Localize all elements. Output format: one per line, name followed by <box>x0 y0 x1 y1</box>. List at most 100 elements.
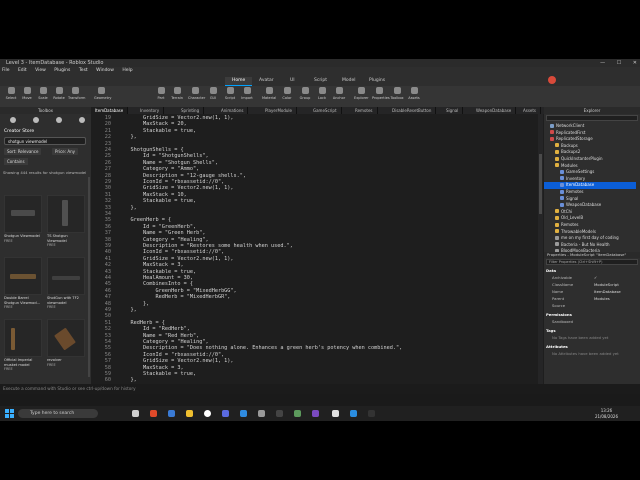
transform-tool[interactable]: Transform <box>68 87 85 100</box>
assets-toggle[interactable]: Assets <box>407 87 421 100</box>
tab-model[interactable]: Model <box>335 77 363 85</box>
toolbox-item[interactable]: Double Barrel Shotgun Viewmod... FREE <box>4 257 42 309</box>
windows-start-icon[interactable] <box>5 409 14 418</box>
material-tool[interactable]: Material <box>262 87 276 100</box>
app-icon[interactable] <box>294 410 301 417</box>
app-icon[interactable] <box>240 410 247 417</box>
tab-ui[interactable]: UI <box>283 77 302 85</box>
recent-icon[interactable] <box>56 117 62 123</box>
menu-edit[interactable]: Edit <box>18 68 27 73</box>
command-bar[interactable]: Execute a command with Studio or see ctr… <box>0 384 640 394</box>
close-icon[interactable]: ✕ <box>633 60 637 66</box>
doc-tab-weapondatabase[interactable]: WeaponDatabase <box>472 107 517 114</box>
toolbox-item[interactable]: Official Imperial musket model FREE <box>4 319 42 371</box>
code-line[interactable]: GridSize = Vector2.new(1, 1), <box>118 358 234 364</box>
color-tool[interactable]: Color <box>280 87 294 100</box>
property-row[interactable]: Archivable ✓ <box>552 275 638 280</box>
doc-tab-animations[interactable]: Animations <box>217 107 249 114</box>
explorer-toggle[interactable]: Explorer <box>354 87 369 100</box>
code-line[interactable]: HealAmount = 30, <box>118 275 193 281</box>
property-row[interactable]: Parent Modules <box>552 296 638 301</box>
properties-filter-input[interactable]: Filter Properties (Ctrl+Shift+P) <box>546 259 638 265</box>
explorer-item[interactable]: ThrowableModels <box>544 229 636 236</box>
code-line[interactable]: Stackable = true, <box>118 198 196 204</box>
explorer-item[interactable]: Bacteria - But No Health <box>544 242 636 249</box>
code-line[interactable]: Description = "Does nothing alone. Enhan… <box>118 345 402 351</box>
toolbox-toggle[interactable]: Toolbox <box>390 87 404 100</box>
sort-dropdown[interactable]: Sort: Relevance <box>4 148 42 155</box>
system-clock[interactable]: 13:26 21/08/2026 <box>595 408 618 419</box>
code-line[interactable]: GreenHerb = "MixedHerbGG", <box>118 288 236 294</box>
code-line[interactable]: }, <box>118 377 136 383</box>
explorer-item[interactable]: GameSettings <box>544 169 636 176</box>
contains-dropdown[interactable]: Contains <box>4 158 28 165</box>
doc-tab-inventory[interactable]: Inventory <box>136 107 165 114</box>
app-icon[interactable] <box>276 410 283 417</box>
toolbox-item[interactable]: revolver FREE <box>47 319 85 367</box>
code-line[interactable]: MaxStack = 3, <box>118 262 184 268</box>
explorer-item[interactable]: Remotes <box>544 189 636 196</box>
tab-script[interactable]: Script <box>307 77 334 85</box>
code-line[interactable]: }, <box>118 134 136 140</box>
code-line[interactable]: GridSize = Vector2.new(1, 1), <box>118 256 234 262</box>
code-line[interactable]: Description = "Restores some health when… <box>118 243 293 249</box>
doc-tab-signal[interactable]: Signal <box>442 107 464 114</box>
discord-icon[interactable] <box>222 410 229 417</box>
terrain-tool[interactable]: Terrain <box>170 87 184 100</box>
doc-tab-itemdatabase[interactable]: ItemDatabase <box>91 107 129 114</box>
script-editor[interactable]: 19 GridSize = Vector2.new(1, 1), 20 MaxSt… <box>91 114 544 384</box>
explorer-item[interactable]: WeaponDatabase <box>544 202 636 209</box>
toolbox-search-input[interactable]: shotgun viewmodel <box>4 137 86 145</box>
tab-home[interactable]: Home <box>225 77 253 86</box>
section-tags[interactable]: Tags <box>546 328 556 333</box>
doc-tab-playermodule[interactable]: PlayerModule <box>261 107 297 114</box>
explorer-item[interactable]: Signal <box>544 196 636 203</box>
explorer-item[interactable]: ReplicatedFirst <box>544 130 636 137</box>
scale-tool[interactable]: Scale <box>36 87 50 100</box>
character-tool[interactable]: Character <box>188 87 205 100</box>
code-line[interactable]: GreenHerb = { <box>118 217 171 223</box>
code-line[interactable]: }, <box>118 205 136 211</box>
code-line[interactable]: Stackable = true, <box>118 269 196 275</box>
explorer-item[interactable]: QuickInstanterPlugin <box>544 156 636 163</box>
menu-plugins[interactable]: Plugins <box>54 68 70 73</box>
explorer-item[interactable]: NetworkClient <box>544 123 636 130</box>
section-attributes[interactable]: Attributes <box>546 344 568 349</box>
code-line[interactable]: RedHerb = { <box>118 320 164 326</box>
tab-plugins[interactable]: Plugins <box>362 77 392 85</box>
doc-tab-disableresetbutton[interactable]: DisableResetButton <box>388 107 437 114</box>
code-line[interactable]: RedHerb = "MixedHerbGR", <box>118 294 230 300</box>
toolbox-item[interactable]: Shotgun Viewmodel FREE <box>4 195 42 243</box>
code-line[interactable]: IconId = "rbxassetid://0", <box>118 249 224 255</box>
app-icon[interactable] <box>258 410 265 417</box>
explorer-filter-input[interactable] <box>546 115 638 121</box>
code-line[interactable]: IconId = "rbxassetid://0", <box>118 352 224 358</box>
taskbar-search-input[interactable]: Type here to search <box>18 409 98 418</box>
avatar[interactable] <box>548 76 556 84</box>
code-line[interactable]: Category = "Ammo", <box>118 166 199 172</box>
code-line[interactable]: }, <box>118 301 149 307</box>
code-line[interactable]: Description = "12-gauge shells.", <box>118 173 246 179</box>
code-line[interactable]: Name = "Shotgun Shells", <box>118 160 218 166</box>
explorer-item[interactable]: me on my first day of coding <box>544 235 636 242</box>
code-line[interactable]: Category = "Healing", <box>118 237 209 243</box>
code-line[interactable]: MaxStack = 10, <box>118 192 187 198</box>
menu-file[interactable]: File <box>2 68 10 73</box>
menu-view[interactable]: View <box>35 68 46 73</box>
explorer-item[interactable]: ItemDatabase <box>544 182 636 189</box>
file-explorer-icon[interactable] <box>186 410 193 417</box>
menu-window[interactable]: Window <box>96 68 114 73</box>
property-row[interactable]: Sandboxed <box>552 319 638 324</box>
code-line[interactable]: Name = "Red Herb", <box>118 333 199 339</box>
editor-scrollbar[interactable] <box>538 114 543 384</box>
chrome-icon[interactable] <box>204 410 211 417</box>
doc-tab-sprinting[interactable]: Sprinting <box>177 107 205 114</box>
creations-icon[interactable] <box>79 117 85 123</box>
code-line[interactable]: Category = "Healing", <box>118 339 209 345</box>
browser-icon[interactable] <box>150 410 157 417</box>
code-line[interactable]: Id = "RedHerb", <box>118 326 190 332</box>
explorer-item[interactable]: Modules <box>544 163 636 170</box>
select-tool[interactable]: Select <box>4 87 18 100</box>
property-row[interactable]: ClassName ModuleScript <box>552 282 638 287</box>
roblox-studio-icon[interactable] <box>332 410 339 417</box>
